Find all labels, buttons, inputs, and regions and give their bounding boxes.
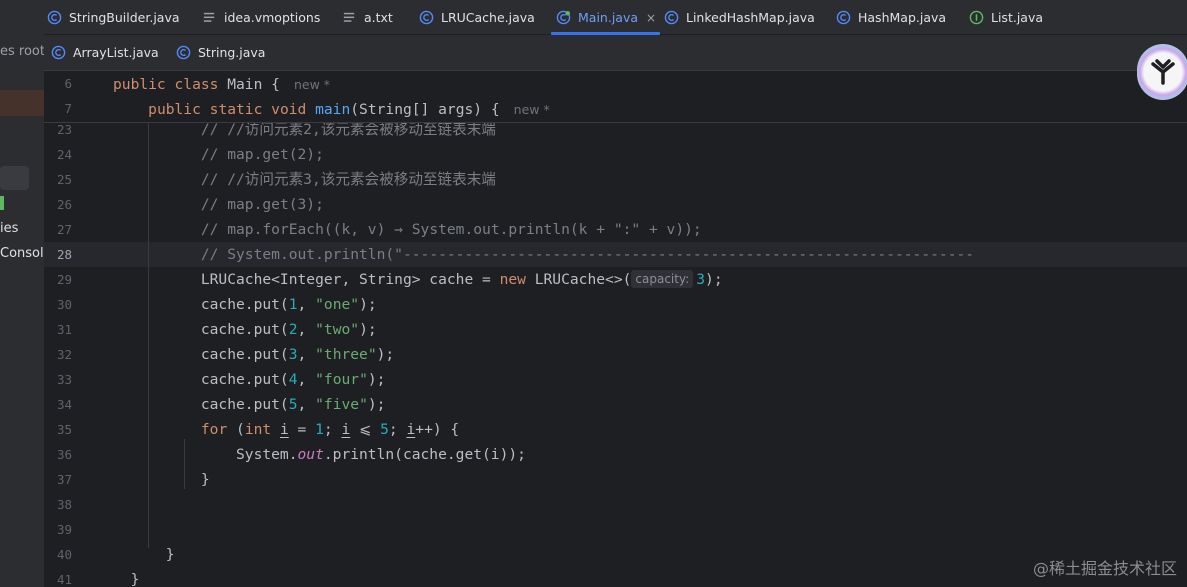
new-author-hint: new * xyxy=(513,102,550,117)
close-tab-icon[interactable]: × xyxy=(646,11,656,25)
line-number: 33 xyxy=(56,372,72,387)
line-number: 36 xyxy=(56,447,72,462)
project-side-panel: es root l ies Consol xyxy=(0,0,44,587)
line-number: 25 xyxy=(56,172,72,187)
tab-label: HashMap.java xyxy=(858,10,947,25)
line-number-current: 28 xyxy=(56,247,72,262)
code-line-30: cache.put(1, "one"); xyxy=(113,296,377,313)
tab-label: ArrayList.java xyxy=(73,45,159,60)
code-line-35: for (int i = 1; i ⩽ 5; i++) { xyxy=(200,421,460,438)
tab-label: Main.java xyxy=(578,10,639,25)
code-line-24: // map.get(2); xyxy=(200,146,324,163)
java-interface-icon xyxy=(969,10,984,25)
editor-tab-bar: StringBuilder.java idea.vmoptions a.txt … xyxy=(44,0,1187,35)
tab-idea-vmoptions[interactable]: idea.vmoptions xyxy=(202,0,320,35)
tab-label: a.txt xyxy=(364,10,393,25)
java-class-icon xyxy=(664,10,679,25)
line-number: 26 xyxy=(56,197,72,212)
java-class-icon xyxy=(51,45,66,60)
line-number: 7 xyxy=(64,101,72,116)
tab-arraylist[interactable]: ArrayList.java xyxy=(51,35,159,70)
tab-hashmap[interactable]: HashMap.java xyxy=(836,0,946,35)
tab-stringbuilder[interactable]: StringBuilder.java xyxy=(47,0,180,35)
selected-tree-row[interactable] xyxy=(0,90,44,116)
editor-tab-bar-row2: ArrayList.java String.java xyxy=(44,35,1187,71)
line-number: 37 xyxy=(56,472,72,487)
tab-linkedhashmap[interactable]: LinkedHashMap.java xyxy=(664,0,815,35)
line-number: 38 xyxy=(56,497,72,512)
java-class-icon xyxy=(556,10,571,25)
tab-label: LinkedHashMap.java xyxy=(686,10,815,25)
java-class-icon xyxy=(176,45,191,60)
tab-lrucache[interactable]: LRUCache.java xyxy=(419,0,535,35)
tree-item-green[interactable]: l xyxy=(0,195,4,210)
code-line-32: cache.put(3, "three"); xyxy=(113,346,395,363)
line-number: 35 xyxy=(56,422,72,437)
line-number: 23 xyxy=(56,122,72,137)
tab-label: String.java xyxy=(198,45,266,60)
tab-list[interactable]: List.java xyxy=(969,0,1043,35)
code-line-28: // System.out.println("-----------------… xyxy=(200,246,975,263)
code-line-25: // //访问元素3,该元素会被移动至链表末端 xyxy=(200,171,496,188)
parameter-hint: capacity: xyxy=(631,270,694,288)
tab-a-txt[interactable]: a.txt xyxy=(342,0,393,35)
tab-label: idea.vmoptions xyxy=(224,10,321,25)
line-number: 41 xyxy=(56,572,72,587)
line-number: 32 xyxy=(56,347,72,362)
code-line-36: System.out.println(cache.get(i)); xyxy=(113,446,526,463)
tab-label: StringBuilder.java xyxy=(69,10,180,25)
text-file-icon xyxy=(202,10,217,25)
tab-label: LRUCache.java xyxy=(441,10,535,25)
java-class-icon xyxy=(836,10,851,25)
java-class-icon xyxy=(47,10,62,25)
code-line-6: public class Main {new * xyxy=(113,76,331,93)
tab-main-active[interactable]: Main.java × xyxy=(556,0,656,35)
java-class-icon xyxy=(419,10,434,25)
code-editor[interactable]: 6 public class Main {new * 7 public stat… xyxy=(44,71,1187,587)
sticky-scroll-header[interactable]: 6 public class Main {new * 7 public stat… xyxy=(44,71,1187,123)
code-line-26: // map.get(3); xyxy=(200,196,324,213)
line-number: 40 xyxy=(56,547,72,562)
code-line-29: LRUCache<Integer, String> cache = new LR… xyxy=(113,270,723,288)
line-number: 31 xyxy=(56,322,72,337)
code-line-34: cache.put(5, "five"); xyxy=(113,396,386,413)
line-number: 24 xyxy=(56,147,72,162)
line-number-gutter[interactable]: 23 24 25 26 27 28 29 30 31 32 33 34 35 3… xyxy=(44,71,92,587)
line-number: 27 xyxy=(56,222,72,237)
watermark: @稀土掘金技术社区 xyxy=(1032,559,1177,578)
code-line-37: } xyxy=(113,471,210,488)
new-author-hint: new * xyxy=(293,77,331,92)
code-line-27: // map.forEach((k, v) → System.out.print… xyxy=(200,221,702,238)
user-avatar[interactable] xyxy=(1137,44,1187,100)
tree-item-box[interactable] xyxy=(0,166,29,190)
line-number: 30 xyxy=(56,297,72,312)
tab-label: List.java xyxy=(991,10,1044,25)
code-line-41: } xyxy=(113,571,140,587)
tree-item-libraries[interactable]: ies xyxy=(0,221,18,236)
code-line-31: cache.put(2, "two"); xyxy=(113,321,377,338)
tree-item-console[interactable]: Consol xyxy=(0,246,44,261)
code-line-33: cache.put(4, "four"); xyxy=(113,371,386,388)
code-line-40: } xyxy=(113,546,175,563)
tab-string[interactable]: String.java xyxy=(176,35,265,70)
tree-item-scratches[interactable]: es root xyxy=(0,44,44,59)
text-file-icon xyxy=(342,10,357,25)
line-number: 6 xyxy=(64,76,72,91)
line-number: 39 xyxy=(56,522,72,537)
line-number: 29 xyxy=(56,272,72,287)
code-line-7: public static void main(String[] args) {… xyxy=(148,101,550,118)
logo-icon xyxy=(1151,59,1175,85)
line-number: 34 xyxy=(56,397,72,412)
